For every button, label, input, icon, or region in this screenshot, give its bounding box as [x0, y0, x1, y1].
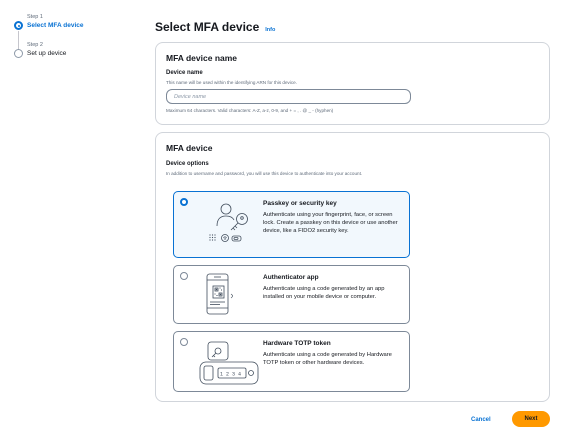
device-options-label: Device options	[166, 161, 209, 167]
next-button[interactable]: Next	[512, 411, 550, 427]
option-passkey[interactable]: Passkey or security key Authenticate usi…	[173, 191, 410, 258]
step-1-indicator-icon	[14, 21, 23, 30]
step-1-name: Select MFA device	[27, 22, 84, 29]
step-1: Step 1 Select MFA device	[14, 14, 144, 53]
device-name-label: Device name	[166, 70, 203, 76]
device-name-description: This name will be used within the identi…	[166, 80, 297, 85]
step-2: Step 2 Set up device	[14, 42, 144, 58]
radio-hardware-totp[interactable]	[180, 338, 188, 346]
radio-authenticator-app[interactable]	[180, 272, 188, 280]
info-link[interactable]: Info	[265, 27, 275, 33]
page-title: Select MFA device	[155, 20, 260, 34]
option-hardware-totp-title: Hardware TOTP token	[263, 340, 331, 347]
device-name-input[interactable]	[166, 89, 411, 104]
option-authenticator-app[interactable]: Authenticator app Authenticate using a c…	[173, 265, 410, 324]
device-name-constraint: Maximum 64 characters. Valid characters:…	[166, 108, 334, 113]
radio-passkey[interactable]	[180, 198, 188, 206]
wizard-steps: Step 1 Select MFA device Step 2 Set up d…	[14, 14, 144, 70]
step-2-number: Step 2	[27, 42, 43, 48]
cancel-button[interactable]: Cancel	[467, 413, 495, 427]
step-2-name: Set up device	[27, 50, 67, 57]
step-1-number: Step 1	[27, 14, 43, 20]
passkey-illustration-icon	[209, 203, 248, 242]
svg-text:1 2 3 4: 1 2 3 4	[220, 372, 241, 378]
mfa-device-heading: MFA device	[166, 143, 213, 153]
option-hardware-totp[interactable]: 1 2 3 4 Hardware TOTP token Authenticate…	[173, 331, 410, 392]
option-passkey-description: Authenticate using your fingerprint, fac…	[263, 212, 398, 235]
device-name-container: MFA device name Device name This name wi…	[155, 42, 550, 125]
hardware-token-illustration-icon: 1 2 3 4	[199, 341, 259, 385]
option-passkey-title: Passkey or security key	[263, 200, 337, 207]
option-authenticator-app-description: Authenticate using a code generated by a…	[263, 286, 385, 301]
device-name-heading: MFA device name	[166, 53, 238, 63]
option-authenticator-app-title: Authenticator app	[263, 274, 319, 281]
authenticator-app-illustration-icon	[206, 273, 233, 315]
step-2-indicator-icon	[14, 49, 23, 58]
device-options-description: In addition to username and password, yo…	[166, 171, 363, 176]
page-header: Select MFA device Info	[155, 20, 275, 34]
option-hardware-totp-description: Authenticate using a code generated by H…	[263, 352, 392, 367]
mfa-device-container: MFA device Device options In addition to…	[155, 132, 550, 402]
